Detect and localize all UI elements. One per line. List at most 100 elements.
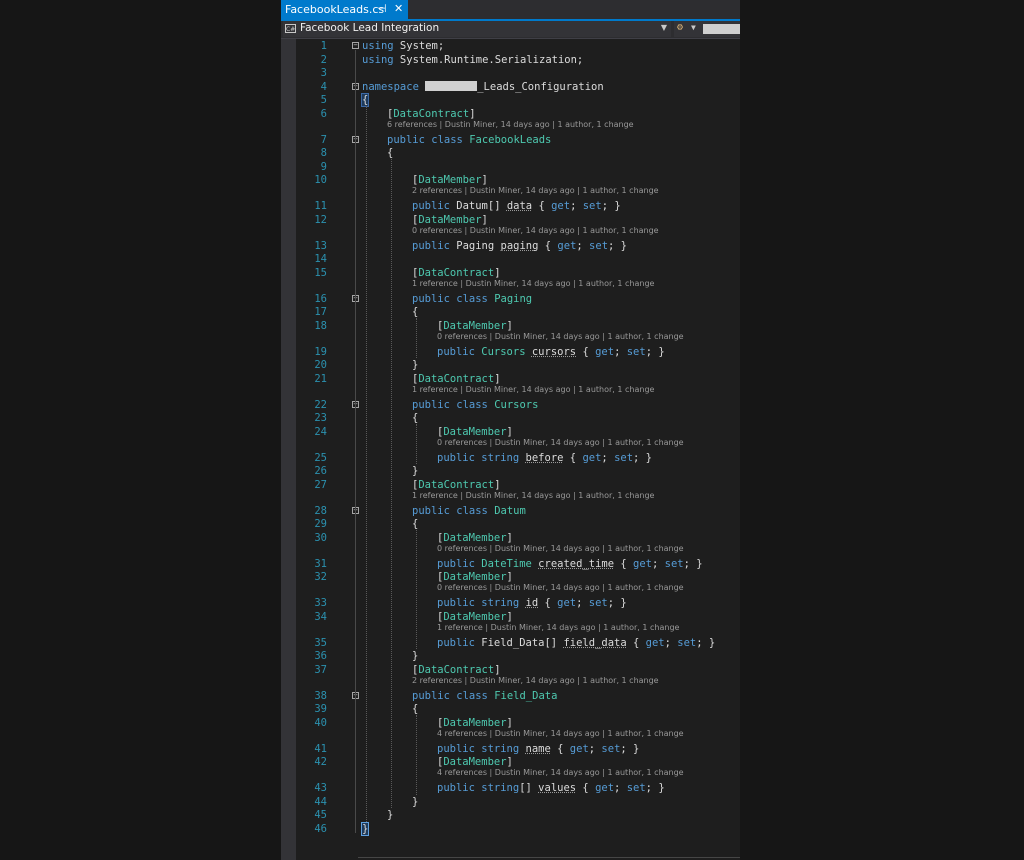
pin-icon[interactable]: ⊣ xyxy=(377,2,387,15)
line-number: 38 xyxy=(314,689,327,702)
keyword: get xyxy=(569,742,589,755)
code-text: Paging xyxy=(449,239,501,252)
close-icon[interactable]: ✕ xyxy=(394,2,403,15)
code-line: using System; xyxy=(362,39,444,53)
code-line: [DataMember] xyxy=(437,425,513,439)
codelens-info[interactable]: 0 references | Dustin Miner, 14 days ago… xyxy=(437,332,684,342)
keyword: string xyxy=(481,742,520,755)
code-text: { xyxy=(412,703,419,715)
code-line: [DataMember] xyxy=(412,213,488,227)
code-text: System; xyxy=(393,40,445,52)
keyword: public xyxy=(437,742,475,755)
redacted-member-name xyxy=(703,24,740,34)
codelens-info[interactable]: 1 reference | Dustin Miner, 14 days ago … xyxy=(412,385,654,395)
collapse-icon[interactable]: − xyxy=(352,42,359,49)
codelens-info[interactable]: 0 references | Dustin Miner, 14 days ago… xyxy=(412,226,659,236)
keyword: get xyxy=(595,345,615,358)
codelens-info[interactable]: 1 reference | Dustin Miner, 14 days ago … xyxy=(412,491,654,501)
code-line: [DataMember] xyxy=(437,716,513,730)
code-line: public class Cursors xyxy=(412,398,538,412)
indent-guide xyxy=(391,159,392,808)
code-line: public class Field_Data xyxy=(412,689,557,703)
line-number: 3 xyxy=(320,67,327,79)
code-text: ] xyxy=(469,107,476,120)
code-line: public Datum[] data { get; set; } xyxy=(412,199,621,213)
keyword: get xyxy=(557,239,577,252)
code-text: ] xyxy=(494,266,501,279)
line-number: 15 xyxy=(314,266,327,279)
code-text: ; } xyxy=(683,557,703,570)
line-number: 33 xyxy=(314,597,327,609)
keyword: set xyxy=(614,451,634,464)
code-text: { xyxy=(576,345,596,358)
code-text: { xyxy=(538,597,558,609)
type-name: DataMember xyxy=(443,610,507,623)
keyword: get xyxy=(551,200,571,212)
codelens-info[interactable]: 4 references | Dustin Miner, 14 days ago… xyxy=(437,729,684,739)
line-number: 2 xyxy=(320,53,327,66)
identifier: before xyxy=(525,451,564,464)
keyword: public xyxy=(412,200,450,212)
code-text: ; xyxy=(588,742,602,755)
code-text: ; } xyxy=(607,597,627,609)
code-line: } xyxy=(412,464,418,478)
member-dropdown[interactable]: ⚙ ▼ xyxy=(674,21,740,37)
code-text: ; } xyxy=(608,239,627,252)
tab-facebookleads[interactable]: FacebookLeads.cs ⊣ ✕ xyxy=(281,0,408,19)
keyword: get xyxy=(557,597,577,609)
keyword: public xyxy=(437,636,475,649)
redacted-text xyxy=(425,80,478,91)
code-line: public class Datum xyxy=(412,504,526,518)
code-line: { xyxy=(412,305,418,319)
codelens-info[interactable]: 4 references | Dustin Miner, 14 days ago… xyxy=(437,768,684,778)
line-number: 40 xyxy=(314,716,327,729)
keyword: set xyxy=(626,345,646,358)
line-number: 44 xyxy=(314,795,327,808)
keyword: class xyxy=(456,292,488,305)
outlining-margin-line xyxy=(355,50,356,833)
line-number: 14 xyxy=(314,253,327,265)
line-number: 10 xyxy=(314,174,327,186)
type-name: DataContract xyxy=(418,266,495,279)
keyword: class xyxy=(456,398,488,411)
chevron-down-icon: ▼ xyxy=(660,23,667,32)
code-text: ; xyxy=(664,636,678,649)
code-text: ; } xyxy=(620,742,640,755)
line-number: 46 xyxy=(314,822,327,835)
type-name: FacebookLeads xyxy=(469,133,552,146)
type-name: DataMember xyxy=(443,319,507,332)
code-text: { xyxy=(412,412,419,424)
type-name: DataContract xyxy=(418,478,495,491)
codelens-info[interactable]: 2 references | Dustin Miner, 14 days ago… xyxy=(412,186,659,196)
code-line: } xyxy=(412,358,418,372)
codelens-info[interactable]: 0 references | Dustin Miner, 14 days ago… xyxy=(437,438,684,448)
keyword: get xyxy=(595,782,615,794)
code-line: [DataMember] xyxy=(437,755,513,769)
keyword: using xyxy=(362,53,394,66)
code-text: ; xyxy=(601,451,615,464)
codelens-info[interactable]: 0 references | Dustin Miner, 14 days ago… xyxy=(437,583,684,593)
identifier: paging xyxy=(500,239,539,252)
codelens-info[interactable]: 1 reference | Dustin Miner, 14 days ago … xyxy=(437,623,679,633)
keyword: class xyxy=(431,133,463,146)
type-name: Paging xyxy=(494,292,533,305)
type-name: DataContract xyxy=(418,372,495,385)
code-line: } xyxy=(360,821,370,836)
code-line: { xyxy=(412,702,418,716)
codelens-info[interactable]: 0 references | Dustin Miner, 14 days ago… xyxy=(437,544,684,554)
codelens-info[interactable]: 2 references | Dustin Miner, 14 days ago… xyxy=(412,676,659,686)
code-text: ; xyxy=(651,557,665,570)
codelens-info[interactable]: 6 references | Dustin Miner, 14 days ago… xyxy=(387,120,634,130)
type-name: DataMember xyxy=(418,213,482,226)
line-number: 5 xyxy=(320,94,327,106)
code-line: [DataContract] xyxy=(412,372,501,386)
identifier: cursors xyxy=(531,345,577,358)
codelens-info[interactable]: 1 reference | Dustin Miner, 14 days ago … xyxy=(412,279,654,289)
project-dropdown[interactable]: C# Facebook Lead Integration ▼ xyxy=(283,21,671,37)
type-name: DataMember xyxy=(443,571,507,583)
code-text: ; } xyxy=(645,782,665,794)
code-text: ] xyxy=(494,372,501,385)
document-tab-bar: FacebookLeads.cs ⊣ ✕ xyxy=(281,0,740,19)
keyword: public xyxy=(412,689,450,702)
code-text: _Leads_Configuration xyxy=(477,80,604,93)
